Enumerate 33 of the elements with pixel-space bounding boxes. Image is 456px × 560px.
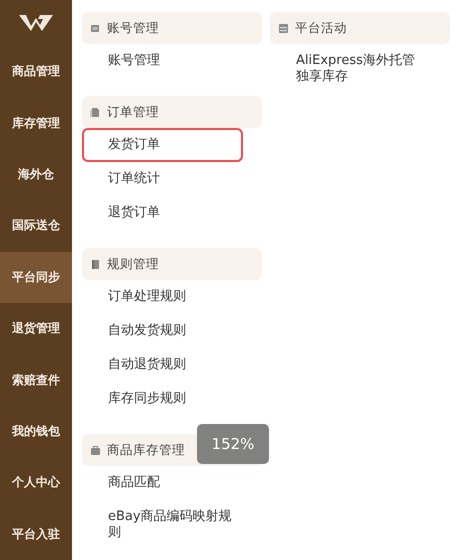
menu-item[interactable]: 库存同步规则 [82,382,243,416]
menu-item[interactable]: 订单统计 [82,162,243,196]
logo-icon [18,14,54,32]
sidebar-item[interactable]: 国际送仓 [0,200,72,252]
book-icon [90,258,101,270]
sidebar-item[interactable]: 平台同步 [0,252,72,303]
document-icon [90,106,101,118]
section-title: 订单管理 [107,104,159,120]
menu-item[interactable]: 自动发货规则 [82,314,243,348]
menu-item[interactable]: eBay商品编码映射规则 [82,500,243,550]
sidebar-item[interactable]: 平台入驻 [0,508,72,560]
section-title: 账号管理 [107,20,159,36]
sidebar-item[interactable]: 索赔查件 [0,354,72,406]
menu-item[interactable]: 退货订单 [82,196,243,230]
menu-item[interactable]: 账号管理 [82,44,243,78]
section-title: 规则管理 [107,256,159,272]
menu-item[interactable]: 商品匹配 [82,466,243,500]
sidebar-item[interactable]: 商品管理 [0,46,72,98]
sidebar-item[interactable]: 我的钱包 [0,406,72,458]
sidebar-item[interactable]: 库存管理 [0,97,72,149]
card-icon [90,22,101,34]
sidebar-item[interactable]: 海外仓 [0,148,72,200]
bag-icon [90,444,101,456]
sidebar-item[interactable]: 个人中心 [0,457,72,509]
menu-item[interactable]: AliExpress海外托管独享库存 [270,44,431,94]
menu-item[interactable]: 自动退货规则 [82,348,243,382]
zoom-toast: 152% [197,424,269,464]
list-icon [278,22,289,34]
section-title: 平台活动 [295,20,347,36]
sidebar-item[interactable]: 退货管理 [0,302,72,354]
section-title: 商品库存管理 [107,442,185,458]
menu-item[interactable]: 订单处理规则 [82,280,243,314]
menu-item[interactable]: 发货订单 [82,128,243,162]
